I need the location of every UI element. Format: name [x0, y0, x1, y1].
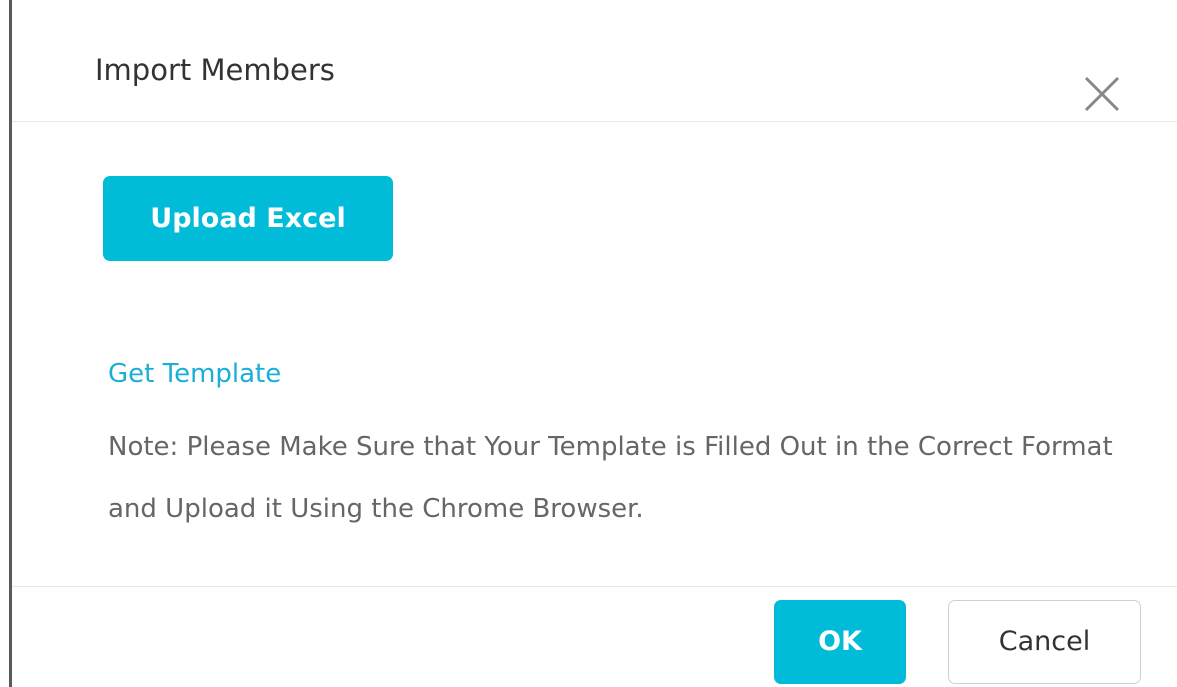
- get-template-link[interactable]: Get Template: [108, 356, 281, 392]
- upload-excel-button[interactable]: Upload Excel: [103, 176, 393, 261]
- import-members-dialog: Import Members Upload Excel Get Template…: [12, 0, 1177, 687]
- ok-button[interactable]: OK: [774, 600, 906, 684]
- cancel-button[interactable]: Cancel: [948, 600, 1141, 684]
- page: Import Members Upload Excel Get Template…: [0, 0, 1177, 687]
- close-icon: [1080, 72, 1124, 116]
- close-button[interactable]: [1080, 72, 1124, 116]
- note-text: Note: Please Make Sure that Your Templat…: [108, 432, 1113, 524]
- dialog-title: Import Members: [95, 53, 335, 87]
- dialog-header: Import Members: [12, 0, 1177, 122]
- dialog-footer: OK Cancel: [12, 586, 1177, 687]
- dialog-body: Upload Excel Get Template Note: Please M…: [12, 123, 1177, 586]
